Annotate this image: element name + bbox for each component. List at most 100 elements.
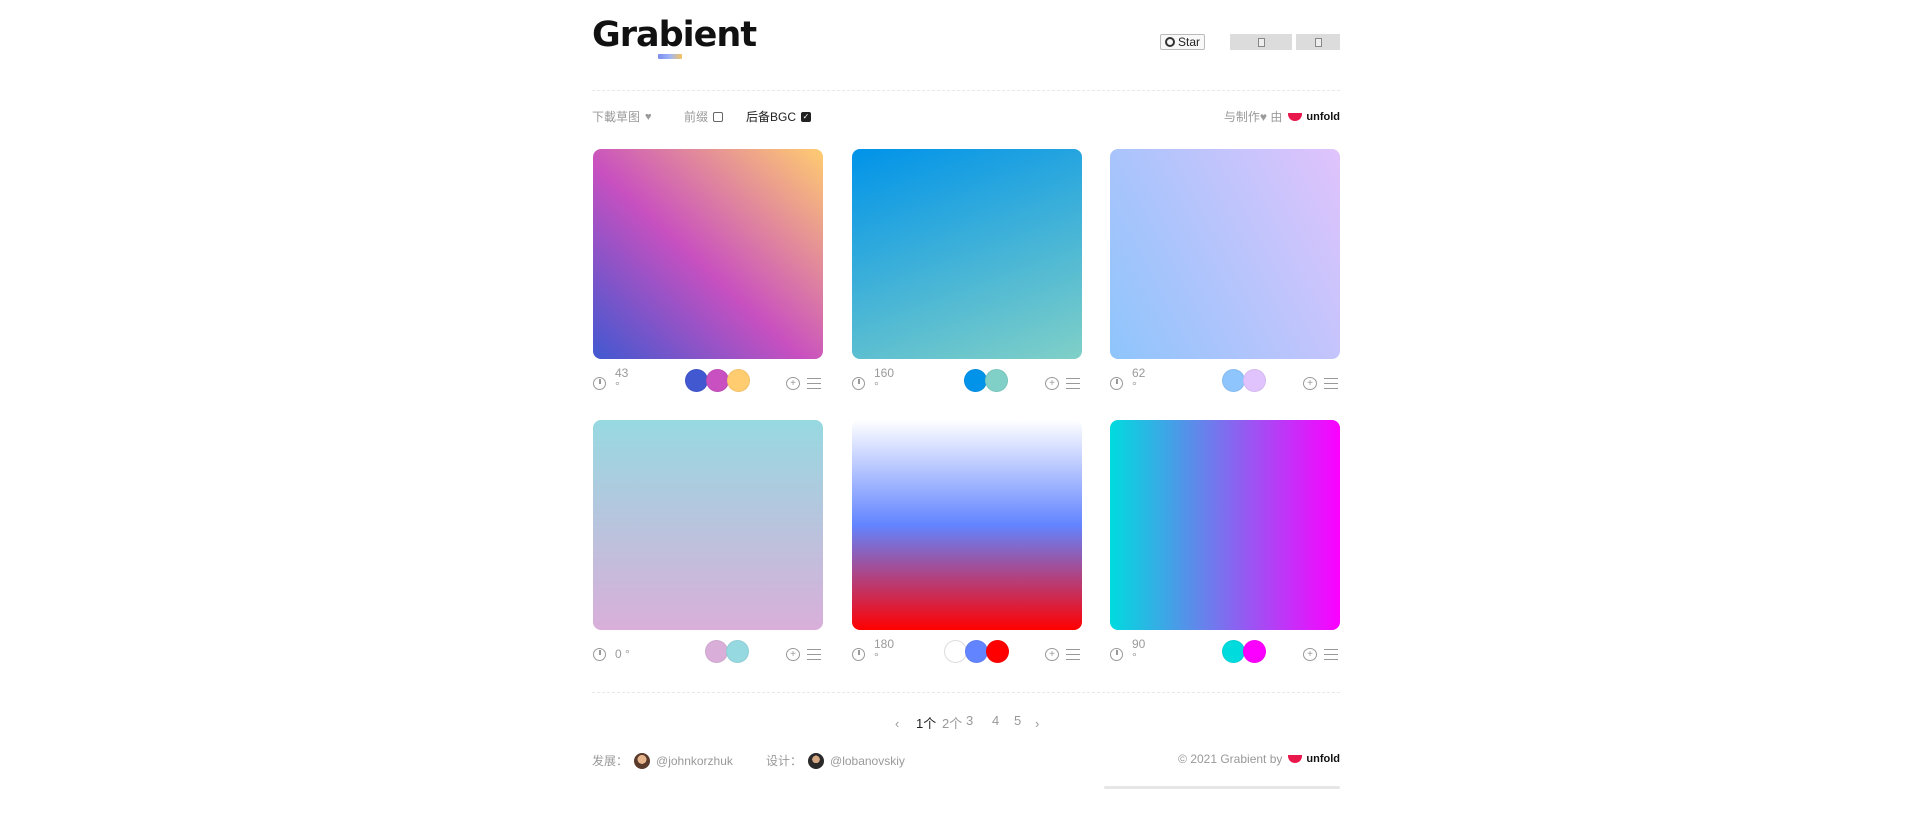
angle-value: 90 ° xyxy=(1132,637,1146,664)
angle-icon[interactable] xyxy=(852,377,865,390)
angle-value: 160 ° xyxy=(874,366,895,393)
color-stop[interactable] xyxy=(965,640,988,663)
download-label: 下載草图 xyxy=(592,110,641,124)
add-color-icon[interactable]: + xyxy=(786,648,800,661)
heart-icon: ♥ xyxy=(645,110,652,123)
gradient-card: 0 ° + xyxy=(593,420,823,672)
page: Grabient Star 下載草图 ♥ 前缀 后备BGC ✓ 与制作♥ 由 u… xyxy=(592,0,1340,833)
gradient-swatch[interactable] xyxy=(593,149,823,359)
avatar xyxy=(808,752,825,769)
unfold-logo[interactable]: unfold xyxy=(1288,753,1340,765)
angle-value: 0 ° xyxy=(615,647,630,661)
settings-sliders-icon[interactable] xyxy=(1324,377,1338,390)
angle-icon[interactable] xyxy=(852,648,865,661)
document-icon xyxy=(1314,37,1322,47)
settings-sliders-icon[interactable] xyxy=(807,377,821,390)
angle-icon[interactable] xyxy=(593,648,606,661)
card-meta: 180 ° + xyxy=(852,636,1082,672)
add-color-icon[interactable]: + xyxy=(1303,648,1317,661)
angle-icon[interactable] xyxy=(1110,377,1123,390)
prefix-label: 前缀 xyxy=(684,110,709,124)
gradient-card: 62 ° + xyxy=(1110,149,1340,401)
horizontal-scrollbar[interactable] xyxy=(1104,786,1340,789)
prefix-checkbox[interactable] xyxy=(713,111,724,122)
color-stops xyxy=(944,640,1009,663)
settings-sliders-icon[interactable] xyxy=(1066,648,1080,661)
color-stops xyxy=(1222,369,1266,392)
add-color-icon[interactable]: + xyxy=(786,377,800,390)
card-meta: 90 ° + xyxy=(1110,636,1340,672)
prefix-option[interactable]: 前缀 xyxy=(684,108,724,125)
color-stop[interactable] xyxy=(685,369,708,392)
fallback-label: 后备BGC xyxy=(746,110,797,124)
color-stop[interactable] xyxy=(726,640,749,663)
add-color-icon[interactable]: + xyxy=(1045,648,1059,661)
made-with-credit: 与制作♥ 由 unfold xyxy=(1224,108,1340,125)
developer-label: 发展： xyxy=(592,754,629,768)
color-stop[interactable] xyxy=(1222,640,1245,663)
color-stop[interactable] xyxy=(727,369,750,392)
color-stop[interactable] xyxy=(1243,369,1266,392)
color-stop[interactable] xyxy=(986,640,1009,663)
color-stop[interactable] xyxy=(1243,640,1266,663)
card-meta: 160 ° + xyxy=(852,365,1082,401)
header-button-2[interactable] xyxy=(1296,34,1340,50)
header-button-1[interactable] xyxy=(1230,34,1292,50)
color-stop[interactable] xyxy=(705,640,728,663)
angle-value: 43 ° xyxy=(615,366,629,393)
document-icon xyxy=(1257,37,1265,47)
download-sketch-option[interactable]: 下載草图 ♥ xyxy=(592,108,655,125)
page-5[interactable]: 5 xyxy=(1014,713,1021,728)
page-2[interactable]: 2个 xyxy=(942,713,962,732)
color-stop[interactable] xyxy=(985,369,1008,392)
options-bar: 下載草图 ♥ 前缀 后备BGC ✓ 与制作♥ 由 unfold xyxy=(592,108,1340,126)
star-label: Star xyxy=(1178,35,1201,49)
designer-credit: 设计： @lobanovskiy xyxy=(766,752,905,769)
color-stops xyxy=(964,369,1008,392)
gradient-swatch[interactable] xyxy=(852,420,1082,630)
pagination: ‹ 1个 2个 3 4 5 › xyxy=(592,713,1340,735)
color-stop[interactable] xyxy=(1222,369,1245,392)
angle-icon[interactable] xyxy=(1110,648,1123,661)
fallback-option[interactable]: 后备BGC ✓ xyxy=(746,108,812,125)
designer-link[interactable]: @lobanovskiy xyxy=(830,754,905,768)
developer-link[interactable]: @johnkorzhuk xyxy=(656,754,733,768)
settings-sliders-icon[interactable] xyxy=(807,648,821,661)
prev-page-button[interactable]: ‹ xyxy=(895,716,899,731)
gradient-card: 43 ° + xyxy=(593,149,823,401)
gradient-swatch[interactable] xyxy=(593,420,823,630)
copyright: © 2021 Grabient by unfold xyxy=(1178,752,1340,766)
gradient-card: 90 ° + xyxy=(1110,420,1340,672)
angle-icon[interactable] xyxy=(593,377,606,390)
gradient-card: 180 ° + xyxy=(852,420,1082,672)
color-stop[interactable] xyxy=(706,369,729,392)
logo-gradient-bar xyxy=(658,54,682,59)
github-star-button[interactable]: Star xyxy=(1160,34,1206,50)
copyright-text: © 2021 Grabient by xyxy=(1178,752,1283,766)
github-icon xyxy=(1165,37,1175,47)
unfold-logo[interactable]: unfold xyxy=(1288,111,1340,123)
gradient-card: 160 ° + xyxy=(852,149,1082,401)
logo[interactable]: Grabient xyxy=(592,18,757,53)
add-color-icon[interactable]: + xyxy=(1045,377,1059,390)
unfold-brand: unfold xyxy=(1306,110,1340,123)
unfold-brand: unfold xyxy=(1306,753,1340,765)
page-4[interactable]: 4 xyxy=(992,713,999,728)
page-3[interactable]: 3 xyxy=(966,713,973,728)
gradient-swatch[interactable] xyxy=(1110,149,1340,359)
angle-value: 180 ° xyxy=(874,637,895,664)
color-stop[interactable] xyxy=(944,640,967,663)
fallback-checkbox[interactable]: ✓ xyxy=(801,111,812,122)
settings-sliders-icon[interactable] xyxy=(1324,648,1338,661)
unfold-logo-icon xyxy=(1288,755,1303,763)
card-meta: 0 ° + xyxy=(593,636,823,672)
gradient-swatch[interactable] xyxy=(1110,420,1340,630)
page-1[interactable]: 1个 xyxy=(916,713,936,732)
settings-sliders-icon[interactable] xyxy=(1066,377,1080,390)
color-stop[interactable] xyxy=(964,369,987,392)
color-stops xyxy=(1222,640,1266,663)
add-color-icon[interactable]: + xyxy=(1303,377,1317,390)
developer-credit: 发展： @johnkorzhuk xyxy=(592,752,733,769)
next-page-button[interactable]: › xyxy=(1035,716,1039,731)
gradient-swatch[interactable] xyxy=(852,149,1082,359)
